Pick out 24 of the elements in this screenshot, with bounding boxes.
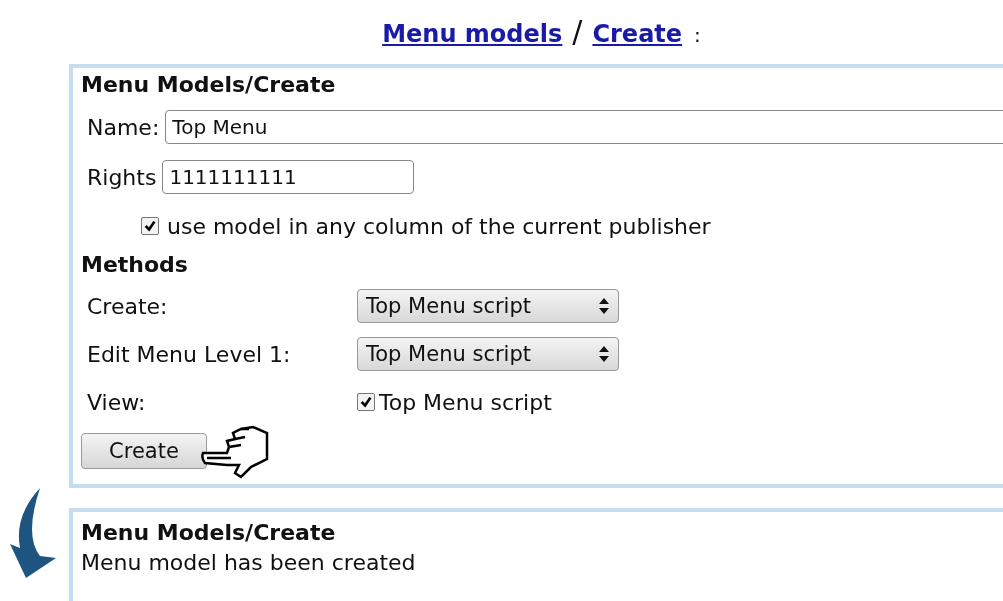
- result-message: Menu model has been created: [81, 550, 417, 575]
- checkbox-label: Top Menu script: [379, 389, 552, 415]
- input-field[interactable]: 1111111111: [162, 160, 415, 194]
- input-field[interactable]: Top Menu: [165, 110, 1003, 144]
- breadcrumb-colon: :: [694, 23, 701, 47]
- form-title: Menu Models/Create: [81, 72, 337, 99]
- script-dropdown[interactable]: Top Menu script: [357, 337, 619, 371]
- result-title: Menu Models/Create: [81, 520, 337, 547]
- field-label: Name:: [87, 114, 160, 140]
- checkbox[interactable]: [141, 217, 159, 235]
- create-button[interactable]: Create: [81, 433, 207, 469]
- breadcrumb-link[interactable]: Menu models: [382, 20, 563, 48]
- updown-arrows-icon: [598, 345, 610, 363]
- updown-arrows-icon: [598, 297, 610, 315]
- section-title: Methods: [81, 252, 189, 279]
- script-dropdown[interactable]: Top Menu script: [357, 289, 619, 323]
- breadcrumb-link[interactable]: Create: [592, 20, 683, 48]
- checkbox-label: use model in any column of the current publisher: [167, 213, 711, 239]
- method-label: Edit Menu Level 1:: [87, 341, 292, 367]
- breadcrumb-separator: /: [572, 14, 583, 49]
- field-label: Rights: [87, 164, 157, 190]
- checkbox[interactable]: [357, 393, 375, 411]
- method-label: View:: [87, 389, 147, 415]
- method-label: Create:: [87, 293, 169, 319]
